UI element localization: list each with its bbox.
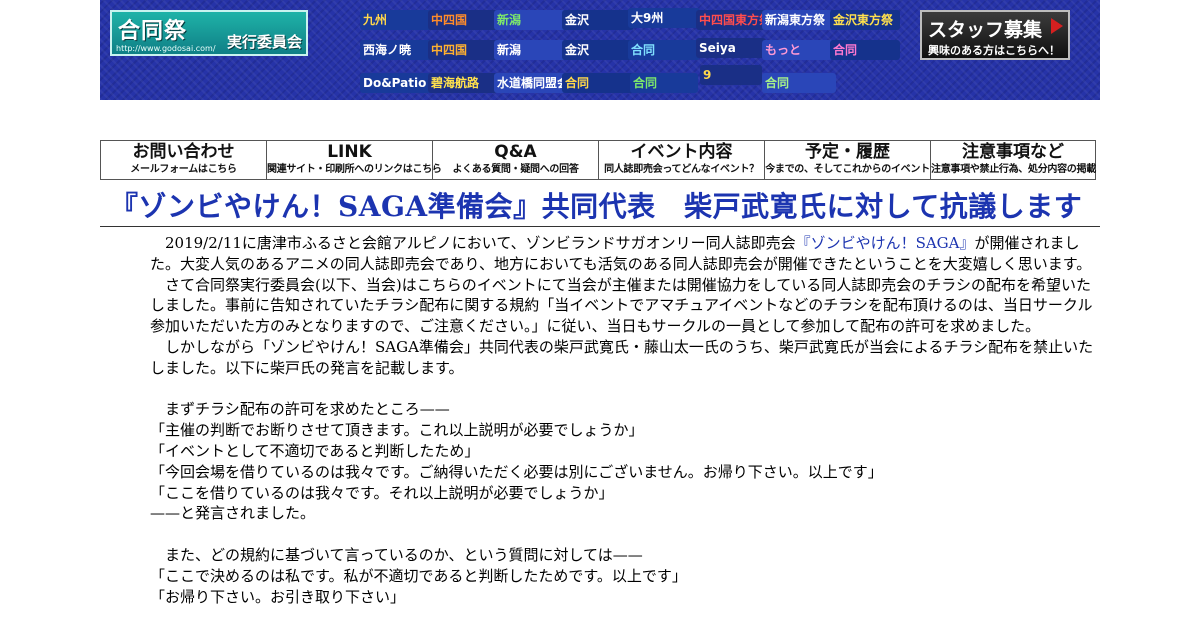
logo-main-text: 合同祭 <box>118 19 188 44</box>
nav-link[interactable]: LINK 関連サイト・印刷所へのリンクはこちら <box>267 141 442 179</box>
event-logo[interactable]: 新潟 <box>494 40 566 60</box>
nav-contact[interactable]: お問い合わせ メールフォームはこちら <box>101 141 267 179</box>
paragraph: まずチラシ配布の許可を求めたところ—— <box>165 400 450 419</box>
quote-line: 「お帰り下さい。お引き取り下さい」 <box>150 587 406 606</box>
event-logo[interactable]: 合同 <box>762 73 836 93</box>
event-logo[interactable]: 碧海航路 <box>428 73 500 93</box>
event-logo[interactable]: Seiya <box>696 38 766 58</box>
event-logo[interactable]: 9 <box>700 65 762 85</box>
event-logo[interactable]: 金沢東方祭 <box>830 10 900 30</box>
nav-notices[interactable]: 注意事項など 注意事項や禁止行為、処分内容の掲載 <box>931 141 1096 179</box>
nav-title: お問い合わせ <box>132 142 235 162</box>
quote-line: 「ここで決めるのは私です。私が不適切であると判断したためです。以上です」 <box>150 566 687 585</box>
page-title: 『ゾンビやけん！SAGA準備会』共同代表 柴戸武寛氏に対して抗議します <box>110 190 1083 223</box>
nav-event-info[interactable]: イベント内容 同人誌即売会ってどんなイベント？ <box>599 141 765 179</box>
nav-subtitle: 関連サイト・印刷所へのリンクはこちら <box>267 164 442 175</box>
event-logo[interactable]: 合同 <box>628 40 700 60</box>
paragraph: さて合同祭実行委員会(以下、当会)はこちらのイベントにて当会が主催または開催協力… <box>150 275 1093 336</box>
event-logo[interactable]: 金沢 <box>562 10 634 30</box>
logo-url: http://www.godosai.com/ <box>116 44 216 53</box>
event-logo[interactable]: もっと <box>762 40 832 60</box>
site-logo[interactable]: 合同祭 http://www.godosai.com/ 実行委員会 <box>110 10 308 56</box>
nav-subtitle: メールフォームはこちら <box>130 164 237 175</box>
nav-subtitle: 注意事項や禁止行為、処分内容の掲載 <box>931 164 1096 175</box>
recruit-title: スタッフ募集 <box>928 19 1043 41</box>
paragraph: しかしながら「ゾンビやけん！SAGA準備会」共同代表の柴戸武寛氏・藤山太一氏のう… <box>150 337 1094 377</box>
event-link[interactable]: 『ゾンビやけん！SAGA』 <box>796 234 975 252</box>
event-logo[interactable]: 中四国 <box>428 40 500 60</box>
header-banner: 合同祭 http://www.godosai.com/ 実行委員会 九州 中四国新… <box>100 0 1100 100</box>
title-divider <box>100 226 1100 227</box>
event-logo[interactable]: 合同 <box>630 73 698 93</box>
event-logo[interactable]: 九州 <box>360 10 432 30</box>
event-logo[interactable]: 水道橋同盟会 <box>494 73 566 93</box>
nav-schedule-history[interactable]: 予定・履歴 今までの、そしてこれからのイベント <box>765 141 931 179</box>
event-logo[interactable]: 大9州 <box>628 8 700 28</box>
nav-subtitle: 今までの、そしてこれからのイベント <box>765 164 930 175</box>
event-logo[interactable]: 西海ノ暁 <box>360 40 432 60</box>
nav-title: 予定・履歴 <box>805 142 890 162</box>
event-logo[interactable]: 合同 <box>830 40 900 60</box>
paragraph: 2019/2/11に唐津市ふるさと会館アルピノにおいて、ゾンビランドサガオンリー… <box>150 234 1092 273</box>
main-nav: お問い合わせ メールフォームはこちら LINK 関連サイト・印刷所へのリンクはこ… <box>100 140 1096 180</box>
event-logo[interactable]: 新潟 <box>494 10 566 30</box>
nav-title: 注意事項など <box>962 142 1064 162</box>
nav-title: Q&A <box>494 142 537 162</box>
nav-title: LINK <box>327 142 372 162</box>
nav-subtitle: 同人誌即売会ってどんなイベント？ <box>604 164 759 175</box>
event-logo[interactable]: 中四国東方祭 <box>696 10 766 30</box>
quote-line: 「主催の判断でお断りさせて頂きます。これ以上説明が必要でしょうか」 <box>150 421 644 440</box>
event-logo[interactable]: 金沢 <box>562 40 634 60</box>
quote-line: 「イベントとして不適切であると判断したため」 <box>150 441 480 460</box>
quote-line: 「今回会場を借りているのは我々です。ご納得いただく必要は別にございません。お帰り… <box>150 462 883 481</box>
paragraph: また、どの規約に基づいて言っているのか、という質問に対しては—— <box>165 545 643 564</box>
logo-sub-text: 実行委員会 <box>226 33 302 51</box>
event-logo[interactable]: 中四国 <box>428 10 500 30</box>
quote-line: 「ここを借りているのは我々です。それ以上説明が必要でしょうか」 <box>150 483 614 502</box>
recruit-subtitle: 興味のある方はこちらへ！ <box>928 44 1060 57</box>
event-logo[interactable]: 新潟東方祭 <box>762 10 832 30</box>
nav-title: イベント内容 <box>630 142 733 162</box>
nav-subtitle: よくある質問・疑問への回答 <box>452 164 579 175</box>
article-body: 2019/2/11に唐津市ふるさと会館アルピノにおいて、ゾンビランドサガオンリー… <box>150 233 1100 607</box>
event-logo[interactable]: Do&Patio <box>360 73 432 93</box>
event-logo[interactable]: 合同 <box>562 73 634 93</box>
staff-recruit-banner[interactable]: スタッフ募集 興味のある方はこちらへ！ <box>920 10 1070 60</box>
paragraph: ——と発言されました。 <box>150 504 316 523</box>
nav-qa[interactable]: Q&A よくある質問・疑問への回答 <box>433 141 599 179</box>
play-arrow-icon <box>1051 18 1063 34</box>
